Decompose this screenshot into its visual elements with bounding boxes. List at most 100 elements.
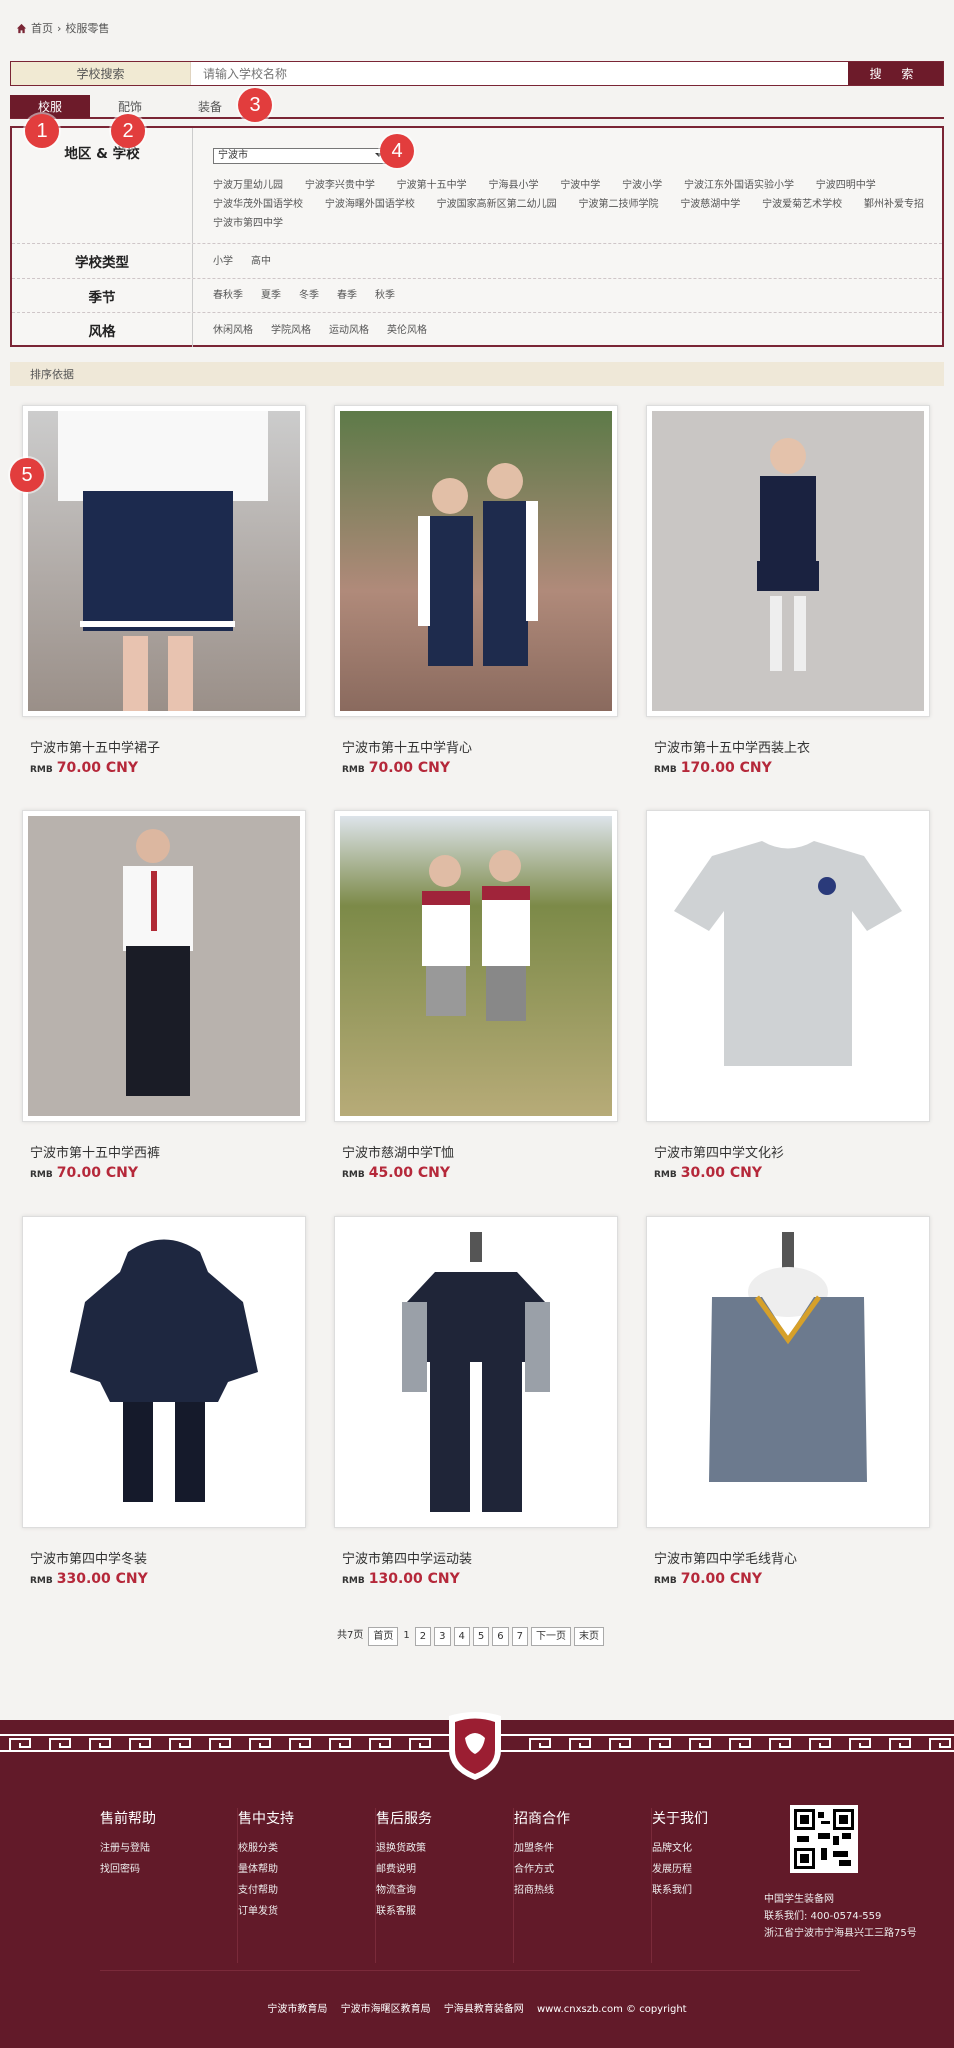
product-name[interactable]: 宁波市第十五中学西装上衣 [646,737,930,756]
footer-link[interactable]: 支付帮助 [238,1880,375,1901]
style-option[interactable]: 运动风格 [329,321,369,340]
product-card[interactable]: 宁波市慈湖中学T恤 RMB 45.00 CNY [334,810,618,1181]
footer-link[interactable]: 邮费说明 [376,1859,513,1880]
footer-bottom-link[interactable]: 宁海县教育装备网 [444,2004,524,2015]
footer-link[interactable]: 注册与登陆 [100,1838,237,1859]
product-image[interactable] [646,405,930,717]
product-name[interactable]: 宁波市第十五中学背心 [334,737,618,756]
page-number[interactable]: 3 [434,1627,451,1646]
school-link[interactable]: 宁波市第四中学 [213,218,283,229]
season-option[interactable]: 春季 [337,286,357,305]
school-link[interactable]: 宁波小学 [622,180,662,191]
product-name[interactable]: 宁波市第四中学文化衫 [646,1142,930,1161]
school-link[interactable]: 宁波华茂外国语学校 [213,199,303,210]
season-option[interactable]: 秋季 [375,286,395,305]
product-image[interactable] [646,1216,930,1528]
style-label: 风格 [12,313,193,347]
product-card[interactable]: 宁波市第十五中学裙子 RMB 70.00 CNY [22,405,306,776]
footer-link[interactable]: 品牌文化 [652,1838,790,1859]
product-price: RMB 130.00 CNY [334,1571,618,1587]
school-link[interactable]: 宁波第十五中学 [397,180,467,191]
filter-row-season: 季节 春秋季 夏季 冬季 春季 秋季 [12,279,942,313]
tab-uniform[interactable]: 校服 [10,95,90,118]
product-name[interactable]: 宁波市第十五中学裙子 [22,737,306,756]
footer-link[interactable]: 合作方式 [514,1859,651,1880]
school-link[interactable]: 宁波中学 [560,180,600,191]
footer-link[interactable]: 找回密码 [100,1859,237,1880]
sort-bar[interactable]: 排序依据 [10,362,944,386]
footer-link[interactable]: 联系客服 [376,1901,513,1922]
product-card[interactable]: 宁波市第十五中学背心 RMB 70.00 CNY [334,405,618,776]
product-card[interactable]: 宁波市第四中学运动装 RMB 130.00 CNY [334,1216,618,1587]
season-option[interactable]: 春秋季 [213,286,243,305]
footer-link[interactable]: 发展历程 [652,1859,790,1880]
contact-phone: 联系我们: 400-0574-559 [764,1911,882,1922]
season-option[interactable]: 冬季 [299,286,319,305]
style-option[interactable]: 英伦风格 [387,321,427,340]
school-link[interactable]: 鄞州补爱专招 [864,199,924,210]
school-link[interactable]: 宁波爱菊艺术学校 [762,199,842,210]
footer-link[interactable]: 招商热线 [514,1880,651,1901]
school-link[interactable]: 宁波慈湖中学 [680,199,740,210]
pagination: 共7页 首页 1 2 3 4 5 6 7 下一页 末页 [335,1627,604,1646]
footer-link[interactable]: 量体帮助 [238,1859,375,1880]
product-price: RMB 70.00 CNY [646,1571,930,1587]
school-type-option[interactable]: 高中 [251,252,271,271]
page-number[interactable]: 1 [401,1627,411,1646]
style-option[interactable]: 学院风格 [271,321,311,340]
product-image[interactable] [22,1216,306,1528]
page-number[interactable]: 6 [492,1627,509,1646]
school-type-option[interactable]: 小学 [213,252,233,271]
product-name[interactable]: 宁波市慈湖中学T恤 [334,1142,618,1161]
season-option[interactable]: 夏季 [261,286,281,305]
product-name[interactable]: 宁波市第四中学冬装 [22,1548,306,1567]
product-image[interactable] [334,405,618,717]
footer-bottom-link[interactable]: 宁波市教育局 [267,2004,327,2015]
product-card[interactable]: 宁波市第四中学文化衫 RMB 30.00 CNY [646,810,930,1181]
school-link[interactable]: 宁波海曙外国语学校 [325,199,415,210]
school-link[interactable]: 宁波四明中学 [816,180,876,191]
page-next-button[interactable]: 下一页 [531,1627,571,1646]
qr-code [790,1805,858,1873]
product-image[interactable] [646,810,930,1122]
breadcrumb-home[interactable]: 首页 [31,20,53,36]
product-image[interactable] [334,1216,618,1528]
school-link[interactable]: 宁波江东外国语实验小学 [684,180,794,191]
product-image[interactable] [334,810,618,1122]
product-image[interactable] [22,810,306,1122]
region-select[interactable]: 宁波市 [213,148,388,164]
product-card[interactable]: 宁波市第十五中学西装上衣 RMB 170.00 CNY [646,405,930,776]
filter-row-region: 地区 & 学校 宁波市 宁波万里幼儿园 宁波李兴贵中学 宁波第十五中学 宁海县小… [12,128,942,244]
footer-link[interactable]: 校服分类 [238,1838,375,1859]
contact-address: 浙江省宁波市宁海县兴工三路75号 [764,1928,917,1939]
footer-link[interactable]: 订单发货 [238,1901,375,1922]
footer-link[interactable]: 退换货政策 [376,1838,513,1859]
page-number[interactable]: 4 [453,1627,470,1646]
currency-label: RMB [30,1170,53,1180]
school-link[interactable]: 宁波万里幼儿园 [213,180,283,191]
school-link[interactable]: 宁波国家高新区第二幼儿园 [437,199,557,210]
footer-bottom-link[interactable]: 宁波市海曙区教育局 [341,2004,431,2015]
school-link[interactable]: 宁波第二技师学院 [578,199,658,210]
footer-link[interactable]: 加盟条件 [514,1838,651,1859]
page-number[interactable]: 5 [472,1627,490,1646]
page-number[interactable]: 2 [414,1627,432,1646]
search-input[interactable] [191,62,848,85]
school-list: 宁波万里幼儿园 宁波李兴贵中学 宁波第十五中学 宁海县小学 宁波中学 宁波小学 … [213,176,942,233]
product-card[interactable]: 宁波市第四中学毛线背心 RMB 70.00 CNY [646,1216,930,1587]
footer-link[interactable]: 物流查询 [376,1880,513,1901]
style-option[interactable]: 休闲风格 [213,321,253,340]
footer-col-title: 关于我们 [652,1811,708,1827]
school-link[interactable]: 宁海县小学 [488,180,538,191]
page-first-button[interactable]: 首页 [368,1627,399,1646]
page-number[interactable]: 7 [511,1627,528,1646]
search-button[interactable]: 搜 索 [848,62,943,85]
product-card[interactable]: 宁波市第四中学冬装 RMB 330.00 CNY [22,1216,306,1587]
product-name[interactable]: 宁波市第四中学毛线背心 [646,1548,930,1567]
product-image[interactable] [22,405,306,717]
school-link[interactable]: 宁波李兴贵中学 [305,180,375,191]
page-last-button[interactable]: 末页 [574,1627,604,1646]
product-card[interactable]: 宁波市第十五中学西裤 RMB 70.00 CNY [22,810,306,1181]
product-name[interactable]: 宁波市第四中学运动装 [334,1548,618,1567]
product-name[interactable]: 宁波市第十五中学西裤 [22,1142,306,1161]
